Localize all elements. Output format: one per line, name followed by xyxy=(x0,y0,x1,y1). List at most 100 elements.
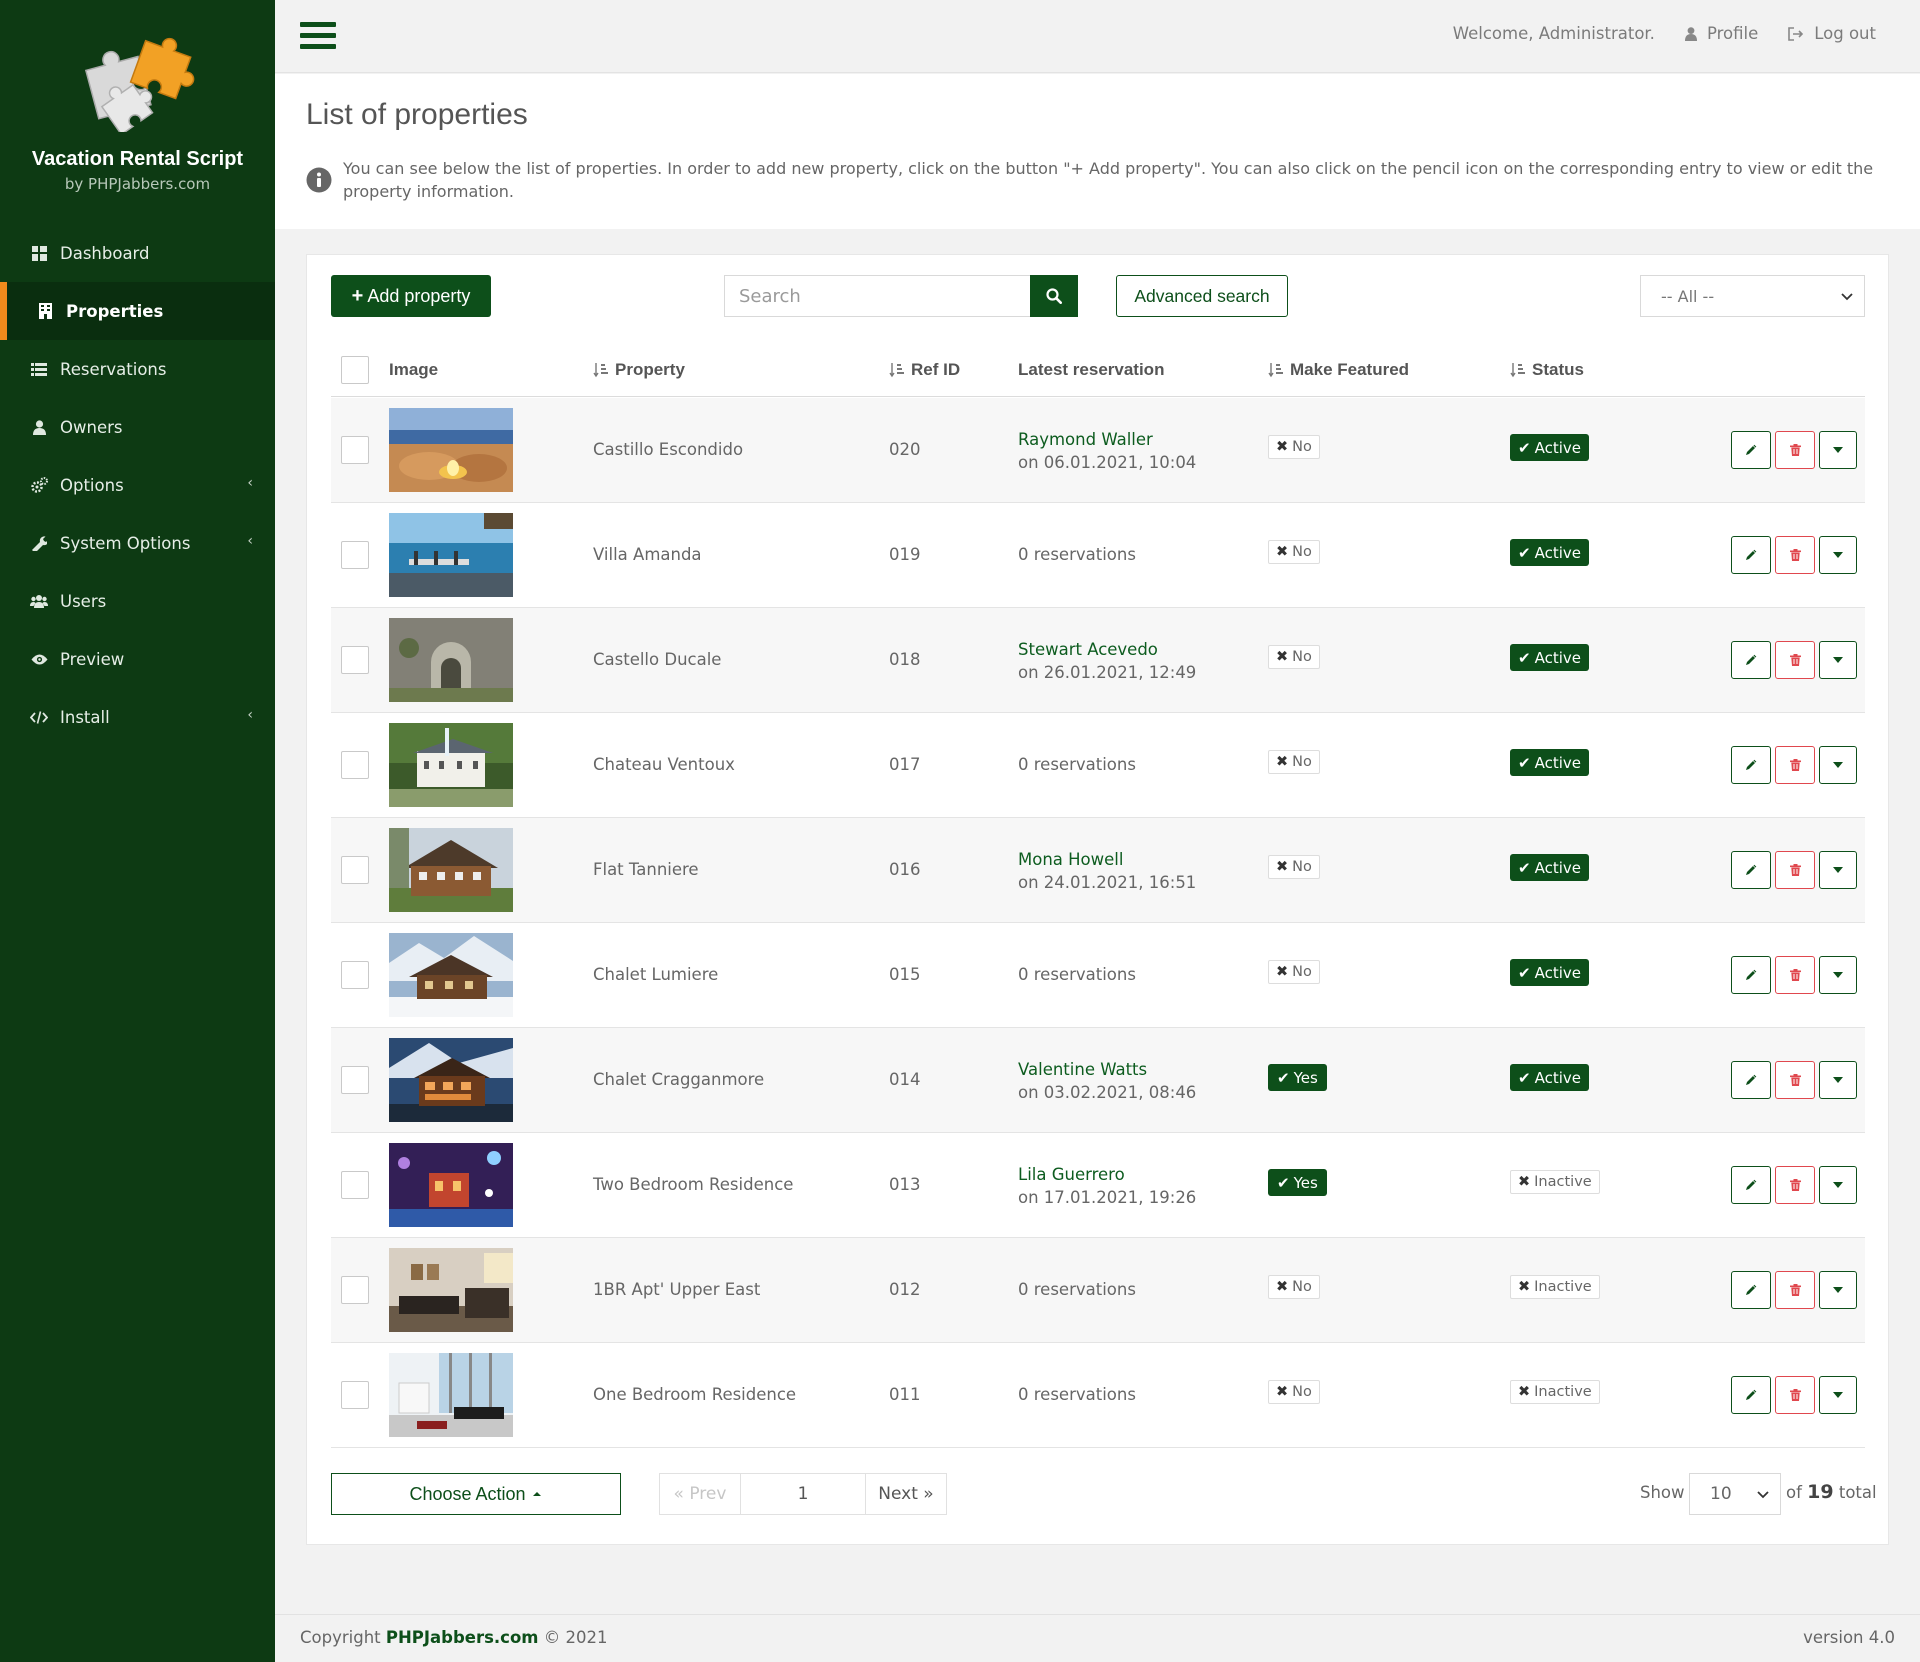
row-checkbox[interactable] xyxy=(341,436,369,464)
select-all-checkbox[interactable] xyxy=(341,356,369,384)
status-badge[interactable]: ✔ Active xyxy=(1510,854,1589,881)
row-checkbox[interactable] xyxy=(341,646,369,674)
status-badge[interactable]: ✔ Active xyxy=(1510,1064,1589,1091)
delete-button[interactable] xyxy=(1775,1271,1815,1309)
sidebar-item-preview[interactable]: Preview xyxy=(0,630,275,688)
delete-button[interactable] xyxy=(1775,746,1815,784)
edit-button[interactable] xyxy=(1731,1061,1771,1099)
per-page-select[interactable]: 10 xyxy=(1689,1473,1781,1515)
menu-toggle-icon[interactable] xyxy=(300,22,336,52)
row-checkbox[interactable] xyxy=(341,1066,369,1094)
check-icon: ✔ xyxy=(1518,753,1531,772)
reservation-guest-link[interactable]: Stewart Acevedo xyxy=(1018,638,1196,661)
status-badge[interactable]: ✔ Active xyxy=(1510,434,1589,461)
featured-badge[interactable]: ✔ Yes xyxy=(1268,1169,1327,1196)
sidebar-item-properties[interactable]: Properties xyxy=(0,282,275,340)
times-icon: ✖ xyxy=(1518,1174,1531,1190)
add-property-button[interactable]: + Add property xyxy=(331,275,491,317)
row-checkbox[interactable] xyxy=(341,1381,369,1409)
properties-panel: + Add property Advanced search -- All --… xyxy=(306,254,1889,1545)
next-page-button[interactable]: Next » xyxy=(865,1473,947,1515)
more-actions-button[interactable] xyxy=(1819,1061,1857,1099)
featured-badge[interactable]: ✖ No xyxy=(1268,960,1320,984)
featured-badge[interactable]: ✖ No xyxy=(1268,1380,1320,1404)
delete-button[interactable] xyxy=(1775,851,1815,889)
delete-button[interactable] xyxy=(1775,1061,1815,1099)
row-checkbox[interactable] xyxy=(341,541,369,569)
reservation-guest-link[interactable]: Raymond Waller xyxy=(1018,428,1196,451)
more-actions-button[interactable] xyxy=(1819,1376,1857,1414)
more-actions-button[interactable] xyxy=(1819,431,1857,469)
featured-badge[interactable]: ✖ No xyxy=(1268,540,1320,564)
edit-button[interactable] xyxy=(1731,956,1771,994)
sidebar-item-reservations[interactable]: Reservations xyxy=(0,340,275,398)
logout-link[interactable]: Log out xyxy=(1788,24,1876,43)
edit-button[interactable] xyxy=(1731,641,1771,679)
row-checkbox[interactable] xyxy=(341,1171,369,1199)
property-name: Castillo Escondido xyxy=(593,440,744,459)
row-checkbox[interactable] xyxy=(341,1276,369,1304)
row-checkbox[interactable] xyxy=(341,856,369,884)
delete-button[interactable] xyxy=(1775,956,1815,994)
edit-button[interactable] xyxy=(1731,431,1771,469)
more-actions-button[interactable] xyxy=(1819,1271,1857,1309)
delete-button[interactable] xyxy=(1775,536,1815,574)
latest-reservation: Lila Guerrero on 17.01.2021, 19:26 xyxy=(1018,1163,1196,1209)
column-make-featured[interactable]: Make Featured xyxy=(1268,360,1409,380)
delete-button[interactable] xyxy=(1775,1376,1815,1414)
sidebar-item-dashboard[interactable]: Dashboard xyxy=(0,224,275,282)
sidebar-item-owners[interactable]: Owners xyxy=(0,398,275,456)
sidebar-item-users[interactable]: Users xyxy=(0,572,275,630)
column-status[interactable]: Status xyxy=(1510,360,1584,380)
delete-button[interactable] xyxy=(1775,1166,1815,1204)
status-badge[interactable]: ✔ Active xyxy=(1510,644,1589,671)
advanced-search-button[interactable]: Advanced search xyxy=(1116,275,1288,317)
profile-link[interactable]: Profile xyxy=(1684,24,1758,43)
company-link[interactable]: PHPJabbers.com xyxy=(386,1628,539,1647)
more-actions-button[interactable] xyxy=(1819,851,1857,889)
status-badge[interactable]: ✔ Active xyxy=(1510,539,1589,566)
search-input[interactable] xyxy=(724,275,1030,317)
reservation-guest-link[interactable]: Mona Howell xyxy=(1018,848,1196,871)
featured-badge[interactable]: ✖ No xyxy=(1268,855,1320,879)
column-status-label: Status xyxy=(1532,360,1584,379)
edit-button[interactable] xyxy=(1731,851,1771,889)
status-badge[interactable]: ✔ Active xyxy=(1510,749,1589,776)
sidebar-item-install[interactable]: Install ‹ xyxy=(0,688,275,746)
prev-page-button[interactable]: « Prev xyxy=(659,1473,741,1515)
delete-button[interactable] xyxy=(1775,431,1815,469)
edit-button[interactable] xyxy=(1731,746,1771,784)
edit-button[interactable] xyxy=(1731,1376,1771,1414)
column-ref-id[interactable]: Ref ID xyxy=(889,360,960,380)
edit-button[interactable] xyxy=(1731,1166,1771,1204)
reservation-guest-link[interactable]: Valentine Watts xyxy=(1018,1058,1196,1081)
more-actions-button[interactable] xyxy=(1819,746,1857,784)
edit-button[interactable] xyxy=(1731,536,1771,574)
status-badge[interactable]: ✖ Inactive xyxy=(1510,1275,1600,1299)
reservation-guest-link[interactable]: Lila Guerrero xyxy=(1018,1163,1196,1186)
row-checkbox[interactable] xyxy=(341,751,369,779)
featured-badge[interactable]: ✖ No xyxy=(1268,645,1320,669)
current-page[interactable]: 1 xyxy=(741,1473,865,1515)
status-badge[interactable]: ✖ Inactive xyxy=(1510,1170,1600,1194)
status-filter-select[interactable]: -- All -- xyxy=(1640,275,1865,317)
status-badge[interactable]: ✖ Inactive xyxy=(1510,1380,1600,1404)
featured-badge[interactable]: ✖ No xyxy=(1268,750,1320,774)
more-actions-button[interactable] xyxy=(1819,536,1857,574)
puzzle-logo[interactable] xyxy=(80,32,195,136)
row-checkbox[interactable] xyxy=(341,961,369,989)
choose-action-button[interactable]: Choose Action xyxy=(331,1473,621,1515)
search-button[interactable] xyxy=(1030,275,1078,317)
sidebar-item-system-options[interactable]: System Options ‹ xyxy=(0,514,275,572)
featured-badge[interactable]: ✖ No xyxy=(1268,435,1320,459)
status-badge[interactable]: ✔ Active xyxy=(1510,959,1589,986)
more-actions-button[interactable] xyxy=(1819,641,1857,679)
column-property[interactable]: Property xyxy=(593,360,685,380)
edit-button[interactable] xyxy=(1731,1271,1771,1309)
delete-button[interactable] xyxy=(1775,641,1815,679)
featured-badge[interactable]: ✖ No xyxy=(1268,1275,1320,1299)
sidebar-item-options[interactable]: Options ‹ xyxy=(0,456,275,514)
more-actions-button[interactable] xyxy=(1819,956,1857,994)
more-actions-button[interactable] xyxy=(1819,1166,1857,1204)
featured-badge[interactable]: ✔ Yes xyxy=(1268,1064,1327,1091)
